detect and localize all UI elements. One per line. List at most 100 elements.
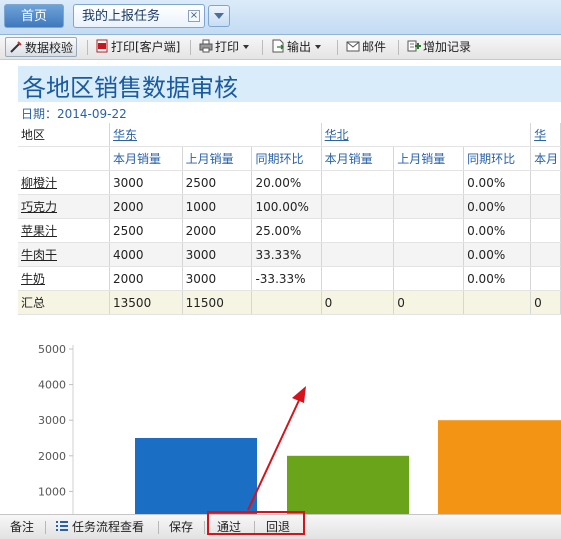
- table-cell: 3000: [109, 170, 183, 195]
- list-icon: [56, 521, 68, 531]
- product-link[interactable]: 苹果汁: [18, 218, 111, 243]
- report-area: 各地区销售数据审核 日期：2014-09-22 地区 华东 华北 华 本月销量 …: [18, 62, 561, 514]
- tab-dropdown-button[interactable]: [208, 5, 230, 27]
- table-header-metrics: 本月销量 上月销量 同期环比 本月销量 上月销量 同期环比 本月: [18, 146, 561, 171]
- print-client-label: 打印[客户端]: [111, 40, 181, 54]
- table-cell: 2500: [182, 170, 253, 195]
- metric-header: 本月: [530, 146, 561, 171]
- table-cell: 0.00%: [463, 242, 532, 267]
- table-cell: 20.00%: [251, 170, 322, 195]
- region-column-header: 地区: [18, 123, 111, 147]
- metric-header: 同期环比: [251, 146, 322, 171]
- table-row: 牛肉干 4000 3000 33.33% 0.00%: [18, 242, 561, 267]
- table-cell: [530, 170, 561, 195]
- y-tick-label: 5000: [38, 343, 66, 356]
- chart-bar: [287, 455, 409, 514]
- export-button[interactable]: 输出: [268, 37, 322, 57]
- product-link[interactable]: 柳橙汁: [18, 170, 111, 195]
- table-cell: 100.00%: [251, 194, 322, 219]
- table-cell: 3000: [182, 242, 253, 267]
- sales-bar-chart: 1000 2000 3000 4000 5000: [38, 343, 561, 514]
- add-record-label: 增加记录: [423, 40, 472, 54]
- y-tick-label: 1000: [38, 485, 66, 498]
- table-cell: [463, 290, 532, 315]
- table-cell: [393, 266, 465, 291]
- table-total-row: 汇总 13500 11500 0 0 0: [18, 290, 561, 315]
- bottom-divider: [204, 521, 205, 534]
- table-cell: 0.00%: [463, 194, 532, 219]
- table-cell: 2000: [109, 266, 183, 291]
- table-cell: 2000: [182, 218, 253, 243]
- validate-button[interactable]: 数据校验: [5, 37, 77, 57]
- table-cell: [393, 242, 465, 267]
- table-cell: [393, 218, 465, 243]
- pdf-icon: [96, 39, 108, 53]
- table-cell: 25.00%: [251, 218, 322, 243]
- table-row: 柳橙汁 3000 2500 20.00% 0.00%: [18, 170, 561, 195]
- total-label: 汇总: [18, 290, 111, 315]
- print-client-button[interactable]: 打印[客户端]: [92, 37, 180, 57]
- metric-header: 上月销量: [182, 146, 253, 171]
- tab-home[interactable]: 首页: [4, 4, 64, 28]
- product-link[interactable]: 巧克力: [18, 194, 111, 219]
- empty-header-cell: [18, 146, 111, 171]
- note-button[interactable]: 备注: [10, 519, 34, 535]
- table-cell: [530, 242, 561, 267]
- mail-button[interactable]: 邮件: [343, 37, 386, 57]
- save-button[interactable]: 保存: [169, 519, 193, 535]
- print-label: 打印: [215, 40, 240, 54]
- highlight-box: [207, 511, 305, 535]
- add-row-icon: [407, 40, 421, 52]
- metric-header: 同期环比: [463, 146, 532, 171]
- validate-icon: [10, 41, 22, 53]
- export-label: 输出: [287, 40, 312, 54]
- toolbar-divider: [398, 40, 399, 55]
- table-cell: [393, 194, 465, 219]
- table-cell: 1000: [182, 194, 253, 219]
- sales-table: 地区 华东 华北 华 本月销量 上月销量 同期环比 本月销量 上月销量 同期环比…: [18, 123, 561, 315]
- y-tick-label: 3000: [38, 414, 66, 427]
- toolbar-divider: [337, 40, 338, 55]
- table-row: 苹果汁 2500 2000 25.00% 0.00%: [18, 218, 561, 243]
- table-cell: 13500: [109, 290, 183, 315]
- export-icon: [272, 39, 284, 53]
- bottom-divider: [45, 521, 46, 534]
- add-record-button[interactable]: 增加记录: [404, 37, 471, 57]
- close-icon[interactable]: ×: [188, 10, 200, 22]
- toolbar-divider: [190, 40, 191, 55]
- task-flow-button[interactable]: 任务流程查看: [55, 519, 144, 535]
- table-cell: 11500: [182, 290, 253, 315]
- table-cell: [530, 194, 561, 219]
- table-cell: -33.33%: [251, 266, 322, 291]
- table-cell: 0.00%: [463, 170, 532, 195]
- table-cell: [321, 170, 395, 195]
- metric-header: 本月销量: [321, 146, 395, 171]
- product-link[interactable]: 牛肉干: [18, 242, 111, 267]
- y-tick-label: 4000: [38, 379, 66, 392]
- table-row: 牛奶 2000 3000 -33.33% 0.00%: [18, 266, 561, 291]
- table-cell: 0.00%: [463, 218, 532, 243]
- region-header: 华北: [321, 123, 532, 147]
- print-button[interactable]: 打印: [196, 37, 250, 57]
- table-cell: 2500: [109, 218, 183, 243]
- table-cell: [321, 218, 395, 243]
- chevron-down-icon: [315, 45, 322, 49]
- tab-my-report-tasks[interactable]: 我的上报任务 ×: [73, 4, 205, 28]
- table-cell: [530, 266, 561, 291]
- task-flow-label: 任务流程查看: [72, 520, 145, 534]
- table-cell: 3000: [182, 266, 253, 291]
- table-cell: 0: [393, 290, 465, 315]
- region-header: 华: [530, 123, 561, 147]
- mail-icon: [346, 41, 360, 52]
- table-cell: 0.00%: [463, 266, 532, 291]
- chart-bar: [135, 438, 257, 514]
- table-header-regions: 地区 华东 华北 华: [18, 123, 561, 147]
- region-header: 华东: [109, 123, 322, 147]
- tab-task-label: 我的上报任务: [82, 9, 161, 24]
- table-cell: 2000: [109, 194, 183, 219]
- table-cell: 0: [321, 290, 395, 315]
- product-link[interactable]: 牛奶: [18, 266, 111, 291]
- metric-header: 本月销量: [109, 146, 183, 171]
- table-cell: [321, 194, 395, 219]
- mail-label: 邮件: [362, 40, 387, 54]
